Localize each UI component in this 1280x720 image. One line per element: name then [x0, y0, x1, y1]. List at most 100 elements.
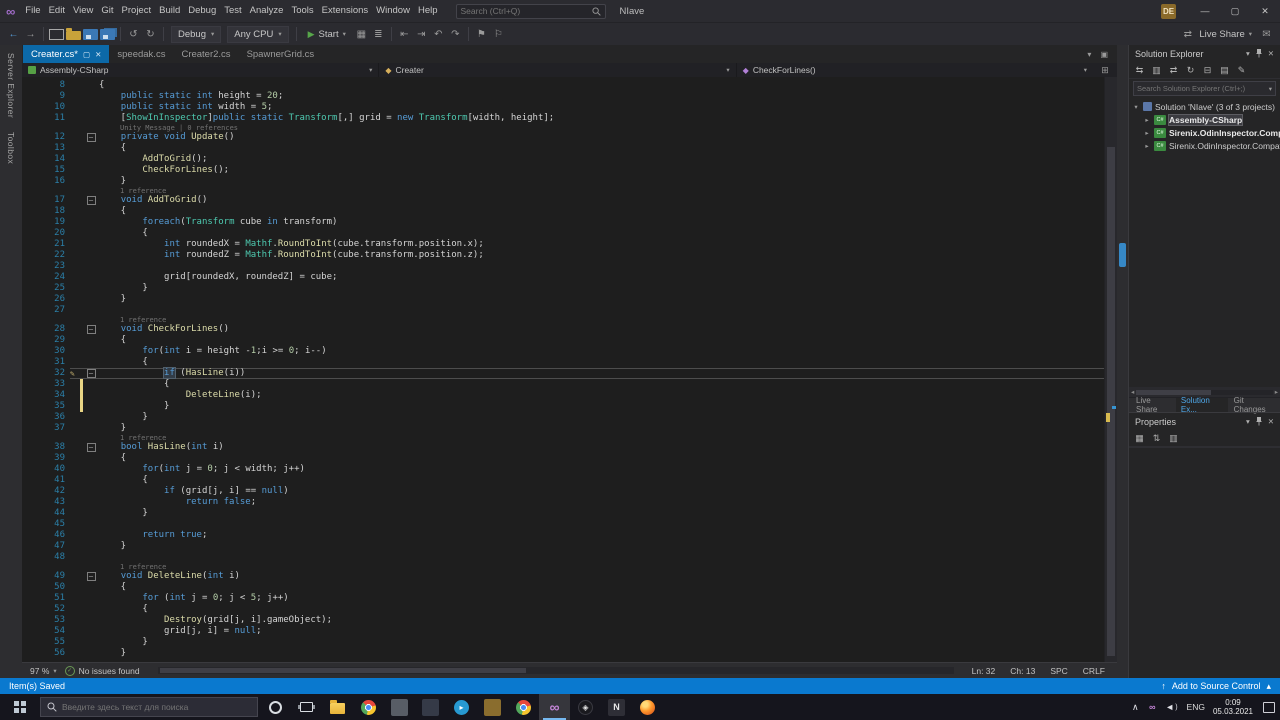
code-text[interactable]: }: [99, 283, 1104, 294]
close-icon[interactable]: ✕: [1268, 49, 1274, 58]
line-ending-indicator[interactable]: CRLF: [1083, 666, 1105, 676]
fold-margin[interactable]: –: [85, 324, 97, 335]
fold-margin[interactable]: [85, 593, 97, 604]
breakpoint-margin[interactable]: [22, 132, 40, 143]
menu-build[interactable]: Build: [155, 0, 184, 22]
fold-margin[interactable]: [85, 379, 97, 390]
menu-view[interactable]: View: [69, 0, 97, 22]
action-center-icon[interactable]: [1263, 701, 1275, 713]
fold-margin[interactable]: [85, 305, 97, 316]
code-line-11[interactable]: 11 [ShowInInspector]public static Transf…: [22, 113, 1104, 124]
code-text[interactable]: }: [99, 648, 1104, 659]
code-text[interactable]: {: [99, 453, 1104, 464]
fold-margin[interactable]: [85, 250, 97, 261]
collapse-icon[interactable]: –: [86, 133, 96, 142]
chevron-down-icon[interactable]: ▾: [1246, 49, 1250, 58]
breakpoint-margin[interactable]: [22, 541, 40, 552]
breakpoint-margin[interactable]: [22, 508, 40, 519]
breakpoint-margin[interactable]: [22, 187, 40, 195]
start-button[interactable]: [0, 694, 40, 720]
codelens-text[interactable]: 1 reference: [99, 563, 1104, 571]
zoom-dropdown[interactable]: 97 % ▾: [30, 666, 57, 676]
categorized-icon[interactable]: ▦: [1134, 432, 1145, 445]
breakpoint-margin[interactable]: [22, 335, 40, 346]
solution-explorer-search-input[interactable]: [1137, 84, 1266, 93]
fold-margin[interactable]: [85, 423, 97, 434]
fold-margin[interactable]: [85, 239, 97, 250]
active-files-dropdown-icon[interactable]: ▾: [1087, 50, 1091, 59]
chrome-icon[interactable]: [353, 694, 384, 720]
pin-icon[interactable]: [1255, 417, 1263, 426]
spaces-indicator[interactable]: SPC: [1050, 666, 1067, 676]
undo-icon[interactable]: ↺: [126, 26, 141, 42]
vs-tray-icon[interactable]: ∞: [1147, 701, 1157, 713]
quick-search-box[interactable]: [455, 3, 606, 19]
app-icon-2[interactable]: [415, 694, 446, 720]
breakpoint-margin[interactable]: [22, 102, 40, 113]
tab-speedak-cs[interactable]: speedak.cs: [109, 45, 173, 63]
fold-margin[interactable]: [85, 261, 97, 272]
fold-margin[interactable]: [85, 316, 97, 324]
tab-spawnergrid-cs[interactable]: SpawnerGrid.cs: [239, 45, 323, 63]
app-icon-1[interactable]: [384, 694, 415, 720]
breakpoint-margin[interactable]: [22, 552, 40, 563]
breakpoint-margin[interactable]: [22, 563, 40, 571]
code-line-54[interactable]: 54 grid[j, i] = null;: [22, 626, 1104, 637]
code-text[interactable]: {: [99, 228, 1104, 239]
account-avatar[interactable]: DE: [1161, 3, 1176, 19]
panel-tab-live-share[interactable]: Live Share: [1131, 396, 1175, 414]
code-text[interactable]: [99, 261, 1104, 272]
fold-margin[interactable]: [85, 519, 97, 530]
code-line-40[interactable]: 40 for(int j = 0; j < width; j++): [22, 464, 1104, 475]
caret-up-icon[interactable]: ▴: [1266, 681, 1271, 692]
breakpoint-margin[interactable]: [22, 250, 40, 261]
code-line-8[interactable]: 8{: [22, 80, 1104, 91]
breakpoint-margin[interactable]: [22, 615, 40, 626]
breakpoint-margin[interactable]: [22, 604, 40, 615]
code-line-28[interactable]: 28 – void CheckForLines(): [22, 324, 1104, 335]
line-indicator[interactable]: Ln: 32: [972, 666, 996, 676]
fold-margin[interactable]: [85, 412, 97, 423]
fold-margin[interactable]: –: [85, 571, 97, 582]
fold-margin[interactable]: [85, 552, 97, 563]
breakpoint-margin[interactable]: [22, 475, 40, 486]
codelens-text[interactable]: 1 reference: [99, 316, 1104, 324]
split-window-icon[interactable]: ⊞: [1093, 65, 1117, 76]
float-window-icon[interactable]: ▣: [1100, 50, 1108, 59]
panel-tab-git-changes[interactable]: Git Changes: [1229, 396, 1278, 414]
code-text[interactable]: void AddToGrid(): [99, 195, 1104, 206]
horizontal-scrollbar-thumb[interactable]: [159, 668, 526, 673]
collapsed-icon[interactable]: ▸: [1143, 116, 1151, 124]
code-text[interactable]: {: [99, 379, 1104, 390]
close-icon[interactable]: ✕: [1268, 417, 1274, 426]
fold-margin[interactable]: [85, 102, 97, 113]
breakpoint-margin[interactable]: [22, 464, 40, 475]
pending-changes-filter-icon[interactable]: ▥: [1151, 64, 1162, 77]
column-indicator[interactable]: Ch: 13: [1010, 666, 1035, 676]
menu-window[interactable]: Window: [372, 0, 414, 22]
code-line-15[interactable]: 15 CheckForLines();: [22, 165, 1104, 176]
code-text[interactable]: {: [99, 475, 1104, 486]
fold-margin[interactable]: [85, 346, 97, 357]
code-line-26[interactable]: 26 }: [22, 294, 1104, 305]
code-line-30[interactable]: 30 for(int i = height -1;i >= 0; i--): [22, 346, 1104, 357]
code-line-25[interactable]: 25 }: [22, 283, 1104, 294]
memory-icon[interactable]: ≣: [371, 26, 386, 42]
collapse-icon[interactable]: –: [86, 196, 96, 205]
tab-creater-cs-[interactable]: Creater.cs* ▢ ✕: [23, 45, 110, 63]
code-line-51[interactable]: 51 for (int j = 0; j < 5; j++): [22, 593, 1104, 604]
code-line-37[interactable]: 37 }: [22, 423, 1104, 434]
feedback-icon[interactable]: ✉: [1259, 26, 1274, 42]
firefox-icon[interactable]: [632, 694, 663, 720]
collapsed-icon[interactable]: ▸: [1143, 129, 1151, 137]
bookmark-clear-icon[interactable]: ⚐: [491, 26, 506, 42]
code-line-16[interactable]: 16 }: [22, 176, 1104, 187]
panel-splitter[interactable]: [1117, 45, 1128, 678]
breakpoint-margin[interactable]: [22, 368, 40, 379]
redo-icon[interactable]: ↻: [143, 26, 158, 42]
fold-margin[interactable]: [85, 228, 97, 239]
code-text[interactable]: grid[j, i] = null;: [99, 626, 1104, 637]
fold-margin[interactable]: [85, 401, 97, 412]
fold-margin[interactable]: [85, 486, 97, 497]
alphabetical-icon[interactable]: ⇅: [1151, 432, 1162, 445]
